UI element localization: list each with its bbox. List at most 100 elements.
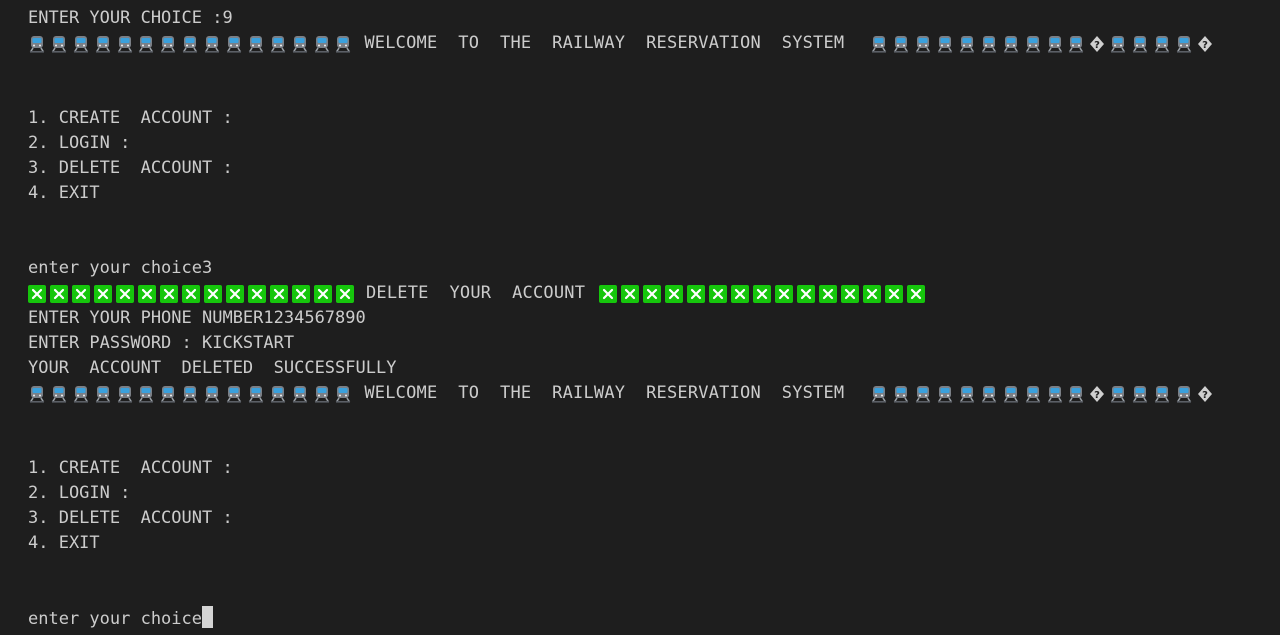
replacement-char-icon: ? (1197, 385, 1213, 403)
train-icon (1046, 35, 1064, 53)
replacement-char-icon: ? (1089, 385, 1105, 403)
train-icon (1002, 35, 1020, 53)
train-icon (137, 385, 155, 403)
train-icon (870, 385, 888, 403)
train-icon (116, 35, 134, 53)
welcome-banner-1: WELCOME TO THE RAILWAY RESERVATION SYSTE… (28, 31, 1217, 56)
cross-mark-icon (709, 284, 728, 303)
train-icon (936, 35, 954, 53)
train-icon (291, 385, 309, 403)
menu-item-delete-account: 3. DELETE ACCOUNT : (28, 158, 233, 178)
cross-mark-icon (226, 284, 244, 303)
train-icon (1131, 385, 1149, 403)
cross-mark-icon (819, 284, 838, 303)
choice-entered-line: enter your choice3 (28, 258, 213, 278)
train-icon (203, 35, 221, 53)
train-icon (334, 385, 352, 403)
train-icon (313, 35, 331, 53)
train-icon (1175, 35, 1193, 53)
train-icon (247, 385, 265, 403)
choice-prompt-text: enter your choice (28, 609, 202, 629)
train-icon (72, 35, 90, 53)
menu-item-create-account: 1. CREATE ACCOUNT : (28, 458, 233, 478)
train-icon (181, 385, 199, 403)
train-icon (980, 385, 998, 403)
cross-mark-icon (643, 284, 662, 303)
menu-item-exit: 4. EXIT (28, 533, 100, 553)
menu-item-login: 2. LOGIN : (28, 483, 131, 503)
cross-mark-icon (160, 284, 178, 303)
svg-text:?: ? (1202, 390, 1208, 401)
cross-mark-icon (599, 284, 618, 303)
cross-mark-icon (94, 284, 112, 303)
cross-emoji-row-left (28, 284, 358, 303)
train-icon (958, 35, 976, 53)
train-icon (936, 385, 954, 403)
cross-mark-icon (28, 284, 46, 303)
cross-mark-icon (204, 284, 222, 303)
cross-mark-icon (72, 284, 90, 303)
cross-mark-icon (248, 284, 266, 303)
cross-mark-icon (731, 284, 750, 303)
train-icon (334, 35, 352, 53)
train-icon (203, 385, 221, 403)
cross-mark-icon (116, 284, 134, 303)
train-icon (94, 35, 112, 53)
train-emoji-row-right: ?? (870, 35, 1216, 53)
train-icon (1131, 35, 1149, 53)
train-emoji-row-left (28, 385, 356, 403)
svg-text:?: ? (1094, 40, 1100, 51)
svg-text:?: ? (1202, 40, 1208, 51)
terminal-window[interactable]: ENTER YOUR CHOICE :9 WELCOME TO THE RAIL… (0, 0, 1280, 635)
phone-number-prompt: ENTER YOUR PHONE NUMBER1234567890 (28, 308, 366, 328)
cross-mark-icon (665, 284, 684, 303)
train-icon (958, 385, 976, 403)
account-deleted-message: YOUR ACCOUNT DELETED SUCCESSFULLY (28, 358, 397, 378)
train-icon (892, 385, 910, 403)
train-icon (1109, 35, 1127, 53)
train-icon (1024, 35, 1042, 53)
cross-mark-icon (138, 284, 156, 303)
cross-mark-icon (314, 284, 332, 303)
train-icon (247, 35, 265, 53)
cross-mark-icon (292, 284, 310, 303)
cross-mark-icon (753, 284, 772, 303)
choice-prompt-line[interactable]: enter your choice (28, 606, 213, 631)
cross-mark-icon (621, 284, 640, 303)
train-icon (50, 35, 68, 53)
cross-mark-icon (863, 284, 882, 303)
welcome-banner-text: WELCOME TO THE RAILWAY RESERVATION SYSTE… (364, 33, 845, 53)
cross-mark-icon (907, 284, 926, 303)
train-icon (225, 385, 243, 403)
password-prompt: ENTER PASSWORD : KICKSTART (28, 333, 295, 353)
replacement-char-icon: ? (1197, 35, 1213, 53)
train-icon (914, 385, 932, 403)
previous-choice-line: ENTER YOUR CHOICE :9 (28, 8, 233, 28)
train-icon (28, 35, 46, 53)
train-icon (892, 35, 910, 53)
train-icon (1024, 385, 1042, 403)
train-icon (225, 35, 243, 53)
train-emoji-row-right: ?? (870, 385, 1216, 403)
train-icon (28, 385, 46, 403)
train-icon (1153, 385, 1171, 403)
cross-mark-icon (841, 284, 860, 303)
cross-mark-icon (687, 284, 706, 303)
train-icon (72, 385, 90, 403)
train-icon (159, 385, 177, 403)
menu-item-login: 2. LOGIN : (28, 133, 131, 153)
train-icon (269, 35, 287, 53)
train-icon (137, 35, 155, 53)
train-icon (1046, 385, 1064, 403)
cross-mark-icon (50, 284, 68, 303)
train-icon (269, 385, 287, 403)
train-icon (1067, 35, 1085, 53)
train-icon (291, 35, 309, 53)
menu-item-exit: 4. EXIT (28, 183, 100, 203)
menu-item-delete-account: 3. DELETE ACCOUNT : (28, 508, 233, 528)
train-icon (159, 35, 177, 53)
cross-mark-icon (797, 284, 816, 303)
train-emoji-row-left (28, 35, 356, 53)
welcome-banner-2: WELCOME TO THE RAILWAY RESERVATION SYSTE… (28, 381, 1217, 406)
train-icon (1067, 385, 1085, 403)
